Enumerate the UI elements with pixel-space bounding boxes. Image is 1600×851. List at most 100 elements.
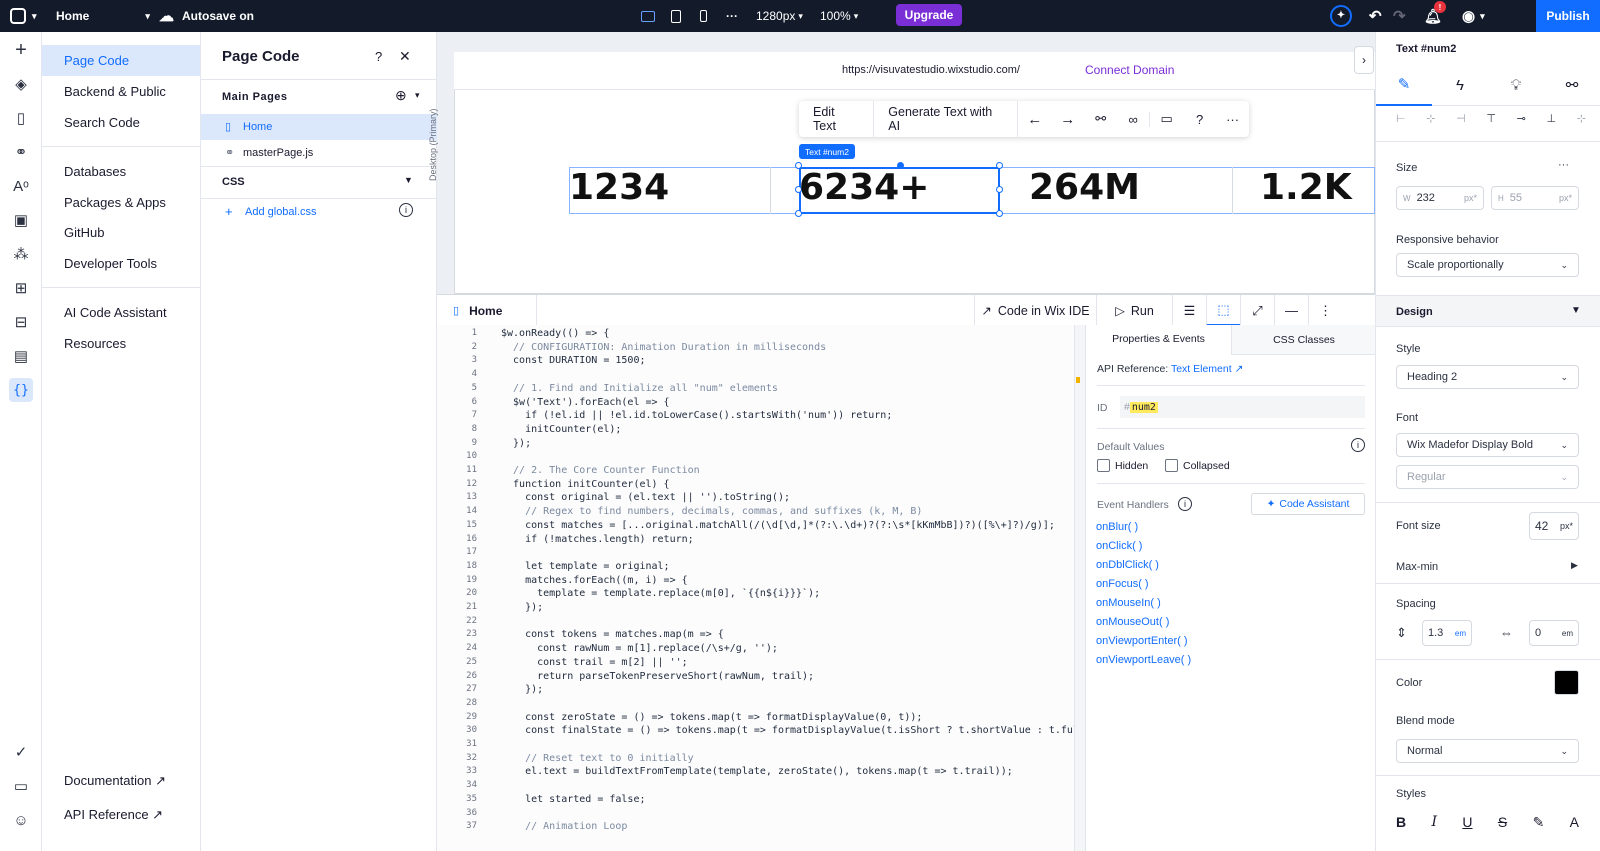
ai-bulb-icon[interactable]: 💡︎	[1488, 64, 1544, 106]
resize-handle[interactable]	[996, 210, 1003, 217]
code-line[interactable]: const finalState = () => tokens.map(t =>…	[501, 724, 1085, 738]
nav-item-page-code[interactable]: Page Code	[64, 53, 129, 68]
properties-panel-toggle-icon[interactable]: ⬚	[1206, 295, 1240, 326]
align-bottom-icon[interactable]: ⊥	[1547, 112, 1557, 128]
text-color-icon[interactable]: A	[1570, 814, 1579, 831]
generate-text-ai-button[interactable]: Generate Text with AI	[874, 101, 1019, 137]
code-line[interactable]: const DURATION = 1500;	[501, 354, 645, 368]
design-brush-icon[interactable]: ✎	[1376, 64, 1432, 106]
format-code-icon[interactable]: ☰	[1172, 295, 1206, 326]
desktop-view-icon[interactable]	[641, 0, 655, 32]
handler-onblur[interactable]: onBlur( )	[1096, 521, 1138, 533]
site-checklist-icon[interactable]: ✓	[9, 740, 33, 764]
resize-handle[interactable]	[996, 186, 1003, 193]
handler-onfocus[interactable]: onFocus( )	[1096, 578, 1149, 590]
nav-item-ai-code-assistant[interactable]: AI Code Assistant	[64, 305, 167, 320]
apps-icon[interactable]: ⊞	[9, 276, 33, 300]
blend-mode-select[interactable]: Normal ⌄	[1396, 739, 1579, 763]
autosave-status[interactable]: ☁ Autosave on	[159, 0, 254, 32]
code-line[interactable]: const zeroState = () => tokens.map(t => …	[501, 711, 922, 725]
code-line[interactable]: let template = original;	[501, 560, 670, 574]
code-line[interactable]: let started = false;	[501, 793, 645, 807]
nav-item-github[interactable]: GitHub	[64, 225, 104, 240]
breakpoint-width[interactable]: 1280px ▾	[756, 0, 803, 32]
pages-icon[interactable]: ▯	[9, 106, 33, 130]
help-icon[interactable]: ?	[1183, 112, 1216, 127]
add-global-css-link[interactable]: Add global.css	[245, 206, 317, 218]
distribute-icon[interactable]: ⊹	[1577, 112, 1586, 128]
link-icon[interactable]: ∞	[1117, 111, 1151, 127]
code-line[interactable]: if (!matches.length) return;	[501, 533, 694, 547]
wix-logo-icon[interactable]: ▾	[10, 0, 37, 32]
handler-onviewportenter[interactable]: onViewportEnter( )	[1096, 635, 1188, 647]
edit-text-button[interactable]: Edit Text	[799, 101, 875, 137]
arrow-left-icon[interactable]: ←	[1018, 111, 1051, 128]
code-line[interactable]: const original = (el.text || '').toStrin…	[501, 491, 790, 505]
counter-text-num2[interactable]: 6234+	[799, 167, 929, 208]
style-select[interactable]: Heading 2 ⌄	[1396, 365, 1579, 389]
counter-text-num4[interactable]: 1.2K	[1260, 167, 1352, 208]
align-right-icon[interactable]: ⊣	[1456, 112, 1466, 128]
zoom-selector[interactable]: 100% ▾	[820, 0, 858, 32]
code-line[interactable]: // Regex to find numbers, decimals, comm…	[501, 505, 922, 519]
mobile-view-icon[interactable]	[700, 0, 707, 32]
tab-properties-events[interactable]: Properties & Events	[1086, 325, 1231, 355]
expand-panel-chevron-icon[interactable]: ›	[1354, 46, 1374, 74]
community-icon[interactable]: ☺	[9, 808, 33, 832]
code-line[interactable]: $w('Text').forEach(el => {	[501, 396, 670, 410]
more-breakpoints-icon[interactable]: ···	[726, 0, 738, 32]
chevron-down-icon[interactable]: ▾	[415, 90, 420, 101]
layers-icon[interactable]: ◈	[9, 72, 33, 96]
code-line[interactable]: matches.forEach((m, i) => {	[501, 574, 688, 588]
code-scrollbar[interactable]	[1074, 325, 1085, 851]
info-icon[interactable]: i	[1178, 497, 1192, 511]
resize-handle[interactable]	[795, 210, 802, 217]
code-line[interactable]: const tokens = matches.map(m => {	[501, 628, 724, 642]
nav-item-databases[interactable]: Databases	[64, 164, 126, 179]
align-middle-icon[interactable]: ⊸	[1517, 112, 1526, 128]
color-swatch[interactable]	[1554, 670, 1579, 695]
code-line[interactable]: const matches = [...original.matchAll(/(…	[501, 519, 1055, 533]
bold-icon[interactable]: B	[1396, 814, 1406, 831]
code-line[interactable]: // 2. The Core Counter Function	[501, 464, 700, 478]
code-area[interactable]: 1 $w.onReady(() => {2 // CONFIGURATION: A…	[437, 325, 1085, 851]
info-icon[interactable]: i	[1351, 438, 1365, 452]
code-line[interactable]: const rawNum = m[1].replace(/\s+/g, '');	[501, 642, 778, 656]
code-line[interactable]: // CONFIGURATION: Animation Duration in …	[501, 341, 826, 355]
handler-onmouseout[interactable]: onMouseOut( )	[1096, 616, 1169, 628]
more-icon[interactable]: ···	[1558, 159, 1569, 171]
nav-item-packages[interactable]: Packages & Apps	[64, 195, 166, 210]
page-item-home[interactable]: ▯ Home	[201, 114, 437, 140]
components-icon[interactable]: ⁂	[9, 242, 33, 266]
api-reference-link[interactable]: Text Element	[1171, 363, 1232, 375]
font-select[interactable]: Wix Madefor Display Bold ⌄	[1396, 433, 1579, 457]
hidden-checkbox[interactable]: Hidden	[1097, 459, 1148, 472]
editor-tab-home[interactable]: ▯ Home	[437, 295, 537, 326]
code-line[interactable]: template = template.replace(m[0], `{{n${…	[501, 587, 820, 601]
handler-onviewportleave[interactable]: onViewportLeave( )	[1096, 654, 1191, 666]
code-assistant-button[interactable]: ✦ Code Assistant	[1251, 493, 1365, 515]
code-line[interactable]: initCounter(el);	[501, 423, 621, 437]
interactions-bolt-icon[interactable]: ϟ	[1432, 64, 1488, 106]
design-section-header[interactable]: Design ▼	[1376, 295, 1600, 327]
nav-documentation-link[interactable]: Documentation ↗	[64, 773, 166, 789]
code-line[interactable]: const trail = m[2] || '';	[501, 656, 688, 670]
add-page-icon[interactable]: ⊕	[395, 87, 407, 104]
connect-domain-link[interactable]: Connect Domain	[1085, 63, 1174, 77]
chevron-down-icon[interactable]: ▼	[404, 175, 413, 185]
nav-item-resources[interactable]: Resources	[64, 336, 126, 351]
help-icon[interactable]: ?	[375, 49, 382, 64]
selection-tag[interactable]: Text #num2	[799, 144, 855, 159]
code-line[interactable]: return parseTokenPreserveShort(rawNum, t…	[501, 670, 814, 684]
media-icon[interactable]: ▣	[9, 208, 33, 232]
nav-api-reference-link[interactable]: API Reference ↗	[64, 807, 163, 823]
animation-icon[interactable]: ⚯	[1544, 64, 1600, 106]
highlight-icon[interactable]: ✎	[1533, 814, 1545, 831]
line-height-input[interactable]: 1.3 em	[1422, 620, 1472, 646]
align-center-icon[interactable]: ⊹	[1426, 112, 1435, 128]
font-weight-select[interactable]: Regular ⌄	[1396, 465, 1579, 489]
font-size-input[interactable]: 42 px*	[1529, 512, 1579, 540]
responsive-select[interactable]: Scale proportionally ⌄	[1396, 253, 1579, 277]
site-structure-icon[interactable]: ⚭	[9, 140, 33, 164]
close-icon[interactable]: ✕	[399, 48, 411, 65]
